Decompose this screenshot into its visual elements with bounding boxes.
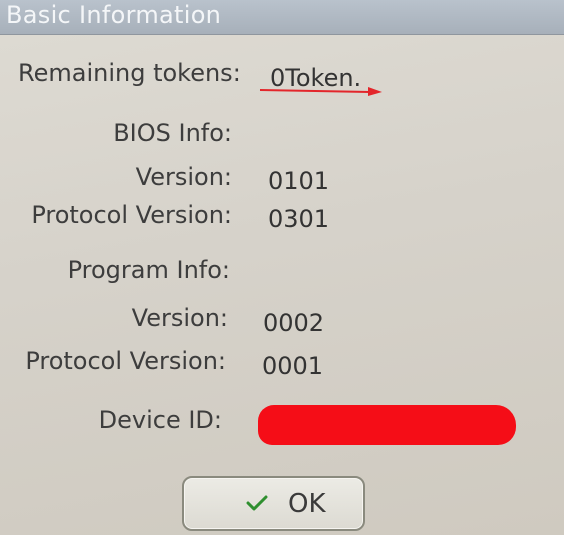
annotation-arrow-icon (259, 87, 382, 96)
bios-version-label: Version: (135, 163, 232, 191)
program-info-header: Program Info: (67, 256, 230, 284)
program-version-label: Version: (131, 304, 228, 332)
ok-button[interactable]: OK (182, 476, 365, 531)
dialog-title: Basic Information (6, 1, 222, 29)
program-protocol-version-label: Protocol Version: (25, 347, 226, 375)
program-version-value: 0002 (263, 309, 325, 337)
bios-protocol-version-value: 0301 (268, 205, 330, 233)
title-bar: Basic Information (0, 0, 564, 35)
ok-button-label: OK (288, 489, 326, 519)
check-icon (246, 495, 268, 511)
bios-info-header: BIOS Info: (113, 119, 232, 147)
basic-information-dialog: Basic Information Remaining tokens: 0Tok… (0, 0, 564, 535)
bios-protocol-version-label: Protocol Version: (31, 201, 232, 229)
program-protocol-version-value: 0001 (262, 352, 324, 380)
remaining-tokens-label: Remaining tokens: (18, 59, 241, 87)
device-id-label: Device ID: (98, 406, 222, 434)
device-id-redaction (258, 405, 516, 445)
bios-version-value: 0101 (268, 167, 330, 195)
